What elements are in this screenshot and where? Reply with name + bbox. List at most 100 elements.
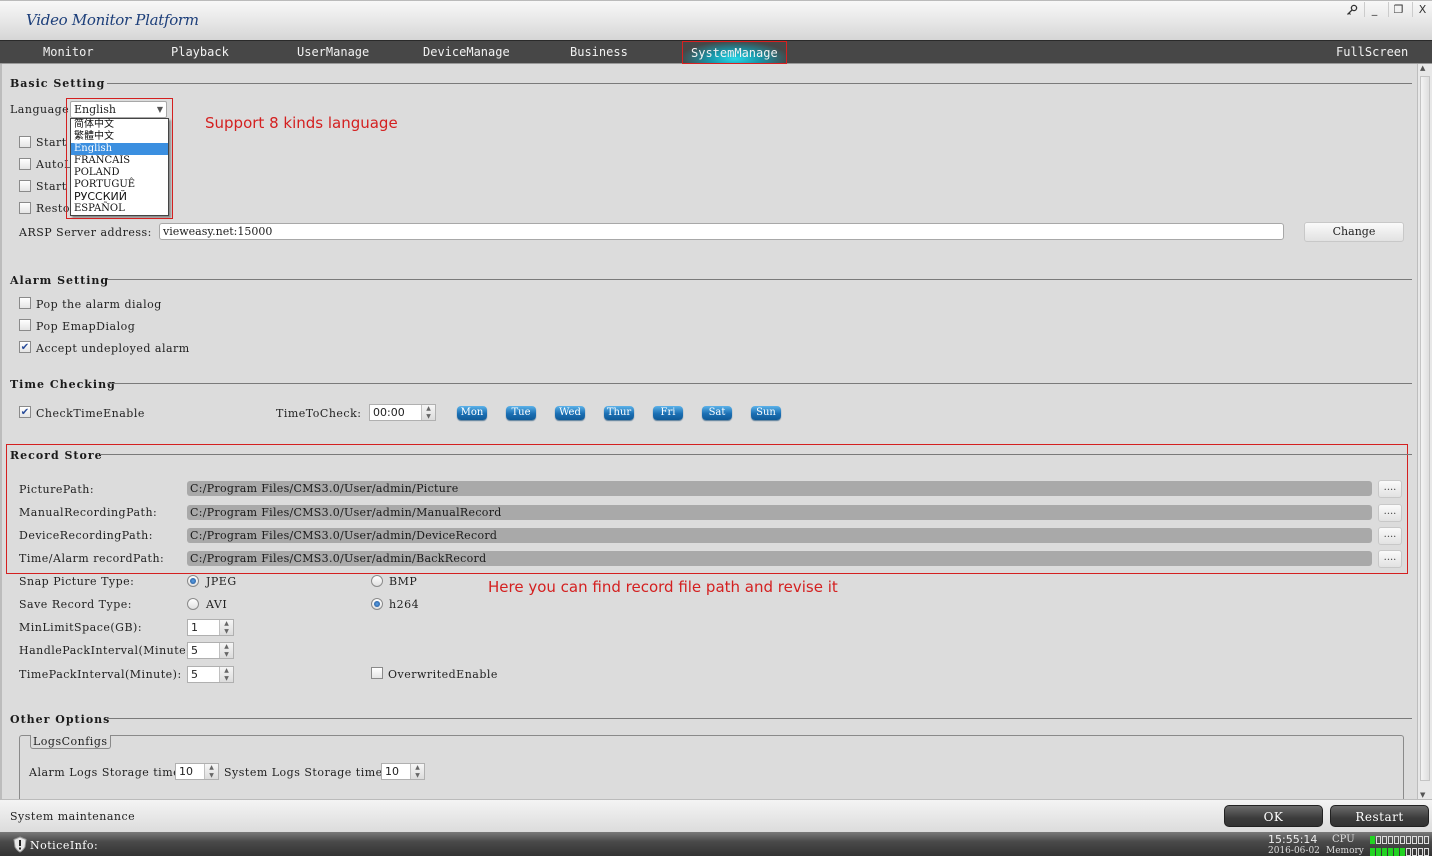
time-alarm-record-path-input[interactable]: C:/Program Files/CMS3.0/User/admin/BackR… xyxy=(187,551,1372,566)
meter-segment xyxy=(1406,836,1411,844)
checkbox-start-1[interactable] xyxy=(19,136,31,148)
picture-path-input[interactable]: C:/Program Files/CMS3.0/User/admin/Pictu… xyxy=(187,481,1372,496)
status-date: 2016-06-02 xyxy=(1268,846,1320,856)
spin-down-icon[interactable]: ▼ xyxy=(220,628,233,636)
meter-segment xyxy=(1388,836,1393,844)
day-button-fri[interactable]: Fri xyxy=(653,406,683,420)
nav-playback[interactable]: Playback xyxy=(171,41,229,64)
system-logs-storage-spinner[interactable]: 10 ▲ ▼ xyxy=(381,763,425,780)
device-recording-path-input[interactable]: C:/Program Files/CMS3.0/User/admin/Devic… xyxy=(187,528,1372,543)
checkbox-label: CheckTimeEnable xyxy=(36,407,145,420)
alarm-logs-storage-spinner[interactable]: 10 ▲ ▼ xyxy=(175,763,219,780)
checkbox-autologin[interactable] xyxy=(19,158,31,170)
spin-down-icon[interactable]: ▼ xyxy=(422,413,435,421)
close-button[interactable]: X xyxy=(1412,2,1432,17)
time-to-check-spinner[interactable]: 00:00 ▲ ▼ xyxy=(369,404,436,421)
time-to-check-value[interactable]: 00:00 xyxy=(370,405,421,420)
time-pack-interval-label: TimePackInterval(Minute): xyxy=(19,668,182,681)
spin-up-icon[interactable]: ▲ xyxy=(220,643,233,651)
checkbox-accept-undeployed-alarm[interactable]: ✔ xyxy=(19,341,31,353)
checkbox-restore[interactable] xyxy=(19,202,31,214)
spin-up-icon[interactable]: ▲ xyxy=(422,405,435,413)
radio-bmp[interactable] xyxy=(371,575,383,587)
save-record-type-label: Save Record Type: xyxy=(19,598,132,611)
checkbox-pop-emap-dialog[interactable] xyxy=(19,319,31,331)
time-alarm-record-path-browse-button[interactable]: .... xyxy=(1378,550,1402,568)
server-address-input[interactable]: vieweasy.net:15000 xyxy=(159,223,1284,240)
day-button-sun[interactable]: Sun xyxy=(751,406,781,420)
spin-down-icon[interactable]: ▼ xyxy=(411,772,424,780)
minimize-button[interactable]: _ xyxy=(1364,2,1384,17)
radio-avi[interactable] xyxy=(187,598,199,610)
day-button-sat[interactable]: Sat xyxy=(702,406,732,420)
time-to-check-label: TimeToCheck: xyxy=(276,407,362,420)
memory-meter xyxy=(1370,848,1429,856)
checkbox-overwrite-enable[interactable] xyxy=(371,667,383,679)
meter-segment xyxy=(1370,836,1375,844)
restore-button[interactable]: ❐ xyxy=(1388,2,1408,17)
radio-label: h264 xyxy=(389,598,420,611)
nav-devicemanage[interactable]: DeviceManage xyxy=(423,41,510,64)
meter-segment xyxy=(1400,848,1405,856)
divider xyxy=(107,279,1412,280)
ok-button[interactable]: OK xyxy=(1224,805,1323,827)
meter-segment xyxy=(1382,848,1387,856)
day-button-wed[interactable]: Wed xyxy=(555,406,585,420)
scrollbar-thumb[interactable] xyxy=(1420,76,1430,781)
spin-up-icon[interactable]: ▲ xyxy=(411,764,424,772)
change-button[interactable]: Change xyxy=(1304,222,1404,242)
day-button-thur[interactable]: Thur xyxy=(604,406,634,420)
spin-down-icon[interactable]: ▼ xyxy=(205,772,218,780)
day-button-tue[interactable]: Tue xyxy=(506,406,536,420)
divider xyxy=(100,454,1412,455)
spin-up-icon[interactable]: ▲ xyxy=(205,764,218,772)
section-record-store: Record Store xyxy=(10,449,103,462)
min-limit-space-value[interactable]: 1 xyxy=(188,620,219,635)
spin-up-icon[interactable]: ▲ xyxy=(220,667,233,675)
section-alarm-setting: Alarm Setting xyxy=(10,274,110,287)
radio-label: JPEG xyxy=(206,575,237,588)
spin-up-icon[interactable]: ▲ xyxy=(220,620,233,628)
vertical-scrollbar[interactable]: ▲ ▼ xyxy=(1417,64,1432,799)
radio-label: AVI xyxy=(206,598,228,611)
min-limit-space-spinner[interactable]: 1 ▲ ▼ xyxy=(187,619,234,636)
spin-down-icon[interactable]: ▼ xyxy=(220,675,233,683)
device-recording-path-browse-button[interactable]: .... xyxy=(1378,527,1402,545)
nav-usermanage[interactable]: UserManage xyxy=(297,41,369,64)
manual-recording-path-label: ManualRecordingPath: xyxy=(19,506,158,519)
min-limit-space-label: MinLimitSpace(GB): xyxy=(19,621,143,634)
nav-monitor[interactable]: Monitor xyxy=(43,41,94,64)
system-logs-storage-value[interactable]: 10 xyxy=(382,764,410,779)
meter-segment xyxy=(1418,836,1423,844)
checkbox-check-time-enable[interactable]: ✔ xyxy=(19,406,31,418)
checkbox-start-2[interactable] xyxy=(19,180,31,192)
nav-business[interactable]: Business xyxy=(570,41,628,64)
picture-path-browse-button[interactable]: .... xyxy=(1378,480,1402,498)
manual-recording-path-input[interactable]: C:/Program Files/CMS3.0/User/admin/Manua… xyxy=(187,505,1372,520)
radio-jpeg[interactable] xyxy=(187,575,199,587)
scroll-up-icon[interactable]: ▲ xyxy=(1420,64,1425,72)
time-alarm-record-path-label: Time/Alarm recordPath: xyxy=(19,552,165,565)
checkbox-pop-alarm-dialog[interactable] xyxy=(19,297,31,309)
time-pack-interval-spinner[interactable]: 5 ▲ ▼ xyxy=(187,666,234,683)
alarm-logs-storage-value[interactable]: 10 xyxy=(176,764,204,779)
meter-segment xyxy=(1376,848,1381,856)
section-other-options: Other Options xyxy=(10,713,111,726)
handle-pack-interval-value[interactable]: 5 xyxy=(188,643,219,658)
time-pack-interval-value[interactable]: 5 xyxy=(188,667,219,682)
checkbox-label: Resto xyxy=(36,202,70,215)
restart-button[interactable]: Restart xyxy=(1330,805,1429,827)
scroll-down-icon[interactable]: ▼ xyxy=(1420,791,1425,799)
nav-systemmanage[interactable]: SystemManage xyxy=(682,41,787,64)
section-time-checking: Time Checking xyxy=(10,378,116,391)
radio-h264[interactable] xyxy=(371,598,383,610)
day-button-mon[interactable]: Mon xyxy=(457,406,487,420)
manual-recording-path-browse-button[interactable]: .... xyxy=(1378,504,1402,522)
checkbox-label: OverwritedEnable xyxy=(388,668,498,681)
key-icon[interactable] xyxy=(1342,2,1362,17)
spin-down-icon[interactable]: ▼ xyxy=(220,651,233,659)
nav-fullscreen[interactable]: FullScreen xyxy=(1336,41,1408,64)
server-address-label: ARSP Server address: xyxy=(19,226,152,239)
status-time: 15:55:14 xyxy=(1268,833,1318,846)
handle-pack-interval-spinner[interactable]: 5 ▲ ▼ xyxy=(187,642,234,659)
